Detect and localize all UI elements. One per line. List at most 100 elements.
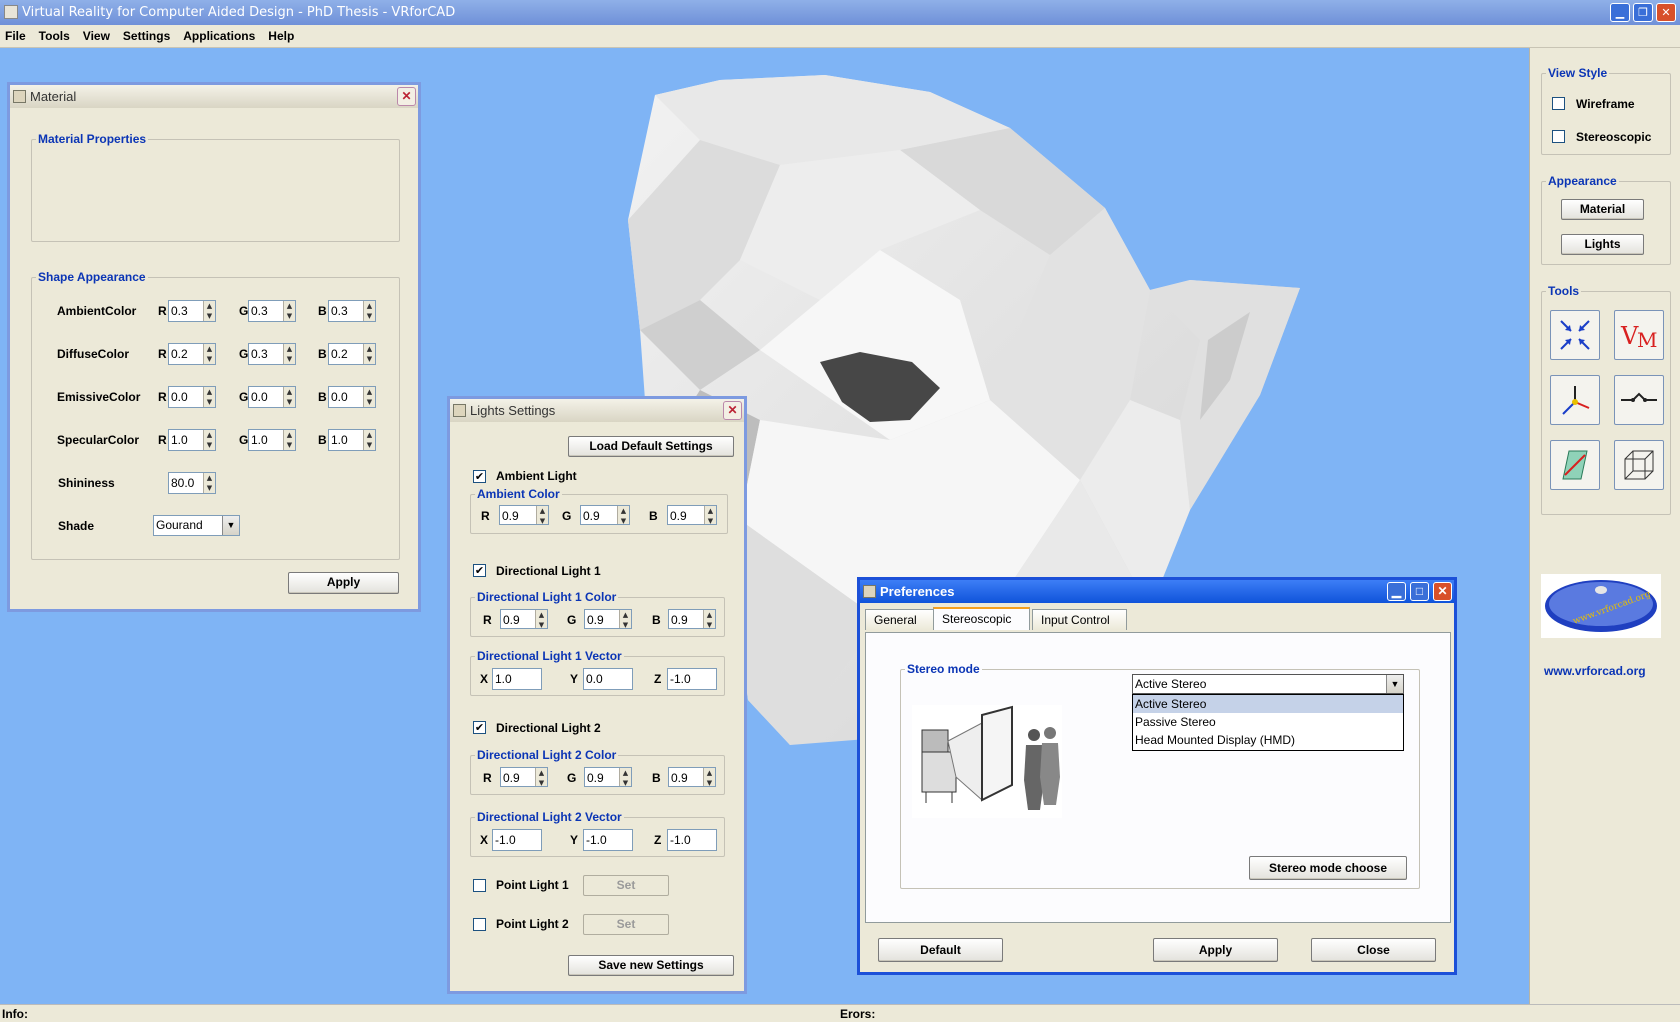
diffuse-r-spinner[interactable]: 0.2 ▲ ▼ <box>168 343 216 365</box>
option-active-stereo[interactable]: Active Stereo <box>1133 695 1403 713</box>
dir1-y-field[interactable]: 0.0 <box>583 668 633 690</box>
line-tool-icon[interactable] <box>1614 375 1664 425</box>
axes-icon[interactable] <box>1550 375 1600 425</box>
menu-view[interactable]: View <box>83 29 110 43</box>
ambient-light-g-spinner[interactable]: 0.9 ▲ ▼ <box>580 505 630 525</box>
vm-icon[interactable]: VM <box>1614 310 1664 360</box>
preferences-window-titlebar[interactable]: Preferences ▁ □ ✕ <box>860 580 1454 603</box>
restore-button[interactable]: ❐ <box>1633 3 1653 22</box>
menu-applications[interactable]: Applications <box>183 29 255 43</box>
ambient-light-checkbox[interactable]: ✔ <box>473 470 486 483</box>
app-title-bar: Virtual Reality for Computer Aided Desig… <box>0 0 1680 25</box>
channel-r-label: R <box>483 613 492 627</box>
dir2-r-spinner[interactable]: 0.9 ▲ ▼ <box>500 767 548 787</box>
point-light-1-set-button[interactable]: Set <box>583 875 669 896</box>
preferences-close-dialog-button[interactable]: Close <box>1311 938 1436 962</box>
option-hmd[interactable]: Head Mounted Display (HMD) <box>1133 731 1403 749</box>
ambient-b-spinner[interactable]: 0.3 ▲ ▼ <box>328 300 376 322</box>
ambient-g-spinner[interactable]: 0.3 ▲ ▼ <box>248 300 296 322</box>
lights-window-titlebar[interactable]: Lights Settings ✕ <box>450 399 744 422</box>
info-label: Info: <box>2 1007 28 1021</box>
diffuse-g-spinner[interactable]: 0.3 ▲ ▼ <box>248 343 296 365</box>
dir1-z-field[interactable]: -1.0 <box>667 668 717 690</box>
lights-window-title: Lights Settings <box>470 403 556 418</box>
ambient-color-label: AmbientColor <box>57 304 137 318</box>
projector-screen-icon <box>921 705 1060 810</box>
point-light-2-set-button[interactable]: Set <box>583 914 669 935</box>
point-light-2-checkbox[interactable] <box>473 918 486 931</box>
shade-select[interactable]: Gourand ▼ <box>153 515 240 536</box>
stereo-mode-select[interactable]: Active Stereo ▼ <box>1132 674 1404 694</box>
dir1-g-spinner[interactable]: 0.9 ▲ ▼ <box>584 609 632 629</box>
preferences-apply-button[interactable]: Apply <box>1153 938 1278 962</box>
lights-button[interactable]: Lights <box>1561 234 1644 255</box>
load-default-settings-button[interactable]: Load Default Settings <box>568 436 734 457</box>
plane-section-icon[interactable] <box>1550 440 1600 490</box>
preferences-minimize-button[interactable]: ▁ <box>1387 582 1406 601</box>
material-apply-button[interactable]: Apply <box>288 572 399 594</box>
channel-g-label: G <box>239 304 249 318</box>
diffuse-b-spinner[interactable]: 0.2 ▲ ▼ <box>328 343 376 365</box>
dir2-x-field[interactable]: -1.0 <box>492 829 542 851</box>
specular-r-spinner[interactable]: 1.0 ▲ ▼ <box>168 429 216 451</box>
channel-z-label: Z <box>654 833 662 847</box>
tab-stereoscopic[interactable]: Stereoscopic <box>933 607 1030 630</box>
ambient-light-r-spinner[interactable]: 0.9 ▲ ▼ <box>499 505 549 525</box>
menu-help[interactable]: Help <box>268 29 294 43</box>
save-new-settings-button[interactable]: Save new Settings <box>568 955 734 976</box>
ambient-light-b-spinner[interactable]: 0.9 ▲ ▼ <box>667 505 717 525</box>
material-close-button[interactable]: ✕ <box>397 87 416 106</box>
window-icon <box>453 404 466 417</box>
specular-g-spinner[interactable]: 1.0 ▲ ▼ <box>248 429 296 451</box>
menu-settings[interactable]: Settings <box>123 29 170 43</box>
menu-file[interactable]: File <box>5 29 26 43</box>
material-window-titlebar[interactable]: Material ✕ <box>10 85 418 108</box>
dir2-vector-title: Directional Light 2 Vector <box>475 810 624 824</box>
ambient-r-spinner[interactable]: 0.3 ▲ ▼ <box>168 300 216 322</box>
emissive-g-spinner[interactable]: 0.0 ▲ ▼ <box>248 386 296 408</box>
point-light-1-checkbox[interactable] <box>473 879 486 892</box>
preferences-maximize-button[interactable]: □ <box>1410 582 1429 601</box>
shininess-label: Shininess <box>58 476 115 490</box>
channel-b-label: B <box>649 509 658 523</box>
dir1-x-field[interactable]: 1.0 <box>492 668 542 690</box>
material-properties-title: Material Properties <box>36 132 149 146</box>
directional-light-1-checkbox[interactable]: ✔ <box>473 564 486 577</box>
dir2-b-spinner[interactable]: 0.9 ▲ ▼ <box>668 767 716 787</box>
tab-input-control[interactable]: Input Control <box>1032 609 1127 630</box>
channel-g-label: G <box>239 390 249 404</box>
preferences-close-button[interactable]: ✕ <box>1433 582 1452 601</box>
preferences-default-button[interactable]: Default <box>878 938 1003 962</box>
close-button[interactable]: ✕ <box>1656 3 1676 22</box>
dir2-g-spinner[interactable]: 0.9 ▲ ▼ <box>584 767 632 787</box>
dir2-y-field[interactable]: -1.0 <box>583 829 633 851</box>
tab-general[interactable]: General <box>865 609 935 630</box>
emissive-b-spinner[interactable]: 0.0 ▲ ▼ <box>328 386 376 408</box>
specular-b-spinner[interactable]: 1.0 ▲ ▼ <box>328 429 376 451</box>
emissive-r-spinner[interactable]: 0.0 ▲ ▼ <box>168 386 216 408</box>
dir1-b-spinner[interactable]: 0.9 ▲ ▼ <box>668 609 716 629</box>
wireframe-checkbox[interactable] <box>1552 97 1565 110</box>
cube-wireframe-icon[interactable] <box>1614 440 1664 490</box>
dir2-z-field[interactable]: -1.0 <box>667 829 717 851</box>
shininess-spinner[interactable]: 80.0 ▲ ▼ <box>168 472 216 494</box>
option-passive-stereo[interactable]: Passive Stereo <box>1133 713 1403 731</box>
collapse-arrows-icon[interactable] <box>1550 310 1600 360</box>
website-link[interactable]: www.vrforcad.org <box>1544 664 1646 678</box>
dir1-r-spinner[interactable]: 0.9 ▲ ▼ <box>500 609 548 629</box>
java-app-icon <box>4 5 18 19</box>
material-window: Material ✕ Material Properties Shape App… <box>7 82 421 612</box>
material-button[interactable]: Material <box>1561 199 1644 220</box>
stereoscopic-checkbox[interactable] <box>1552 130 1565 143</box>
stereo-mode-choose-button[interactable]: Stereo mode choose <box>1249 856 1407 880</box>
diffuse-color-label: DiffuseColor <box>57 347 129 361</box>
material-properties-group: Material Properties <box>31 132 400 242</box>
channel-y-label: Y <box>570 672 579 686</box>
point-light-1-label: Point Light 1 <box>496 878 569 892</box>
channel-b-label: B <box>652 613 661 627</box>
preferences-window: Preferences ▁ □ ✕ General Stereoscopic I… <box>857 577 1457 975</box>
menu-tools[interactable]: Tools <box>39 29 70 43</box>
lights-close-button[interactable]: ✕ <box>723 401 742 420</box>
directional-light-2-checkbox[interactable]: ✔ <box>473 721 486 734</box>
minimize-button[interactable]: ▁ <box>1610 3 1630 22</box>
